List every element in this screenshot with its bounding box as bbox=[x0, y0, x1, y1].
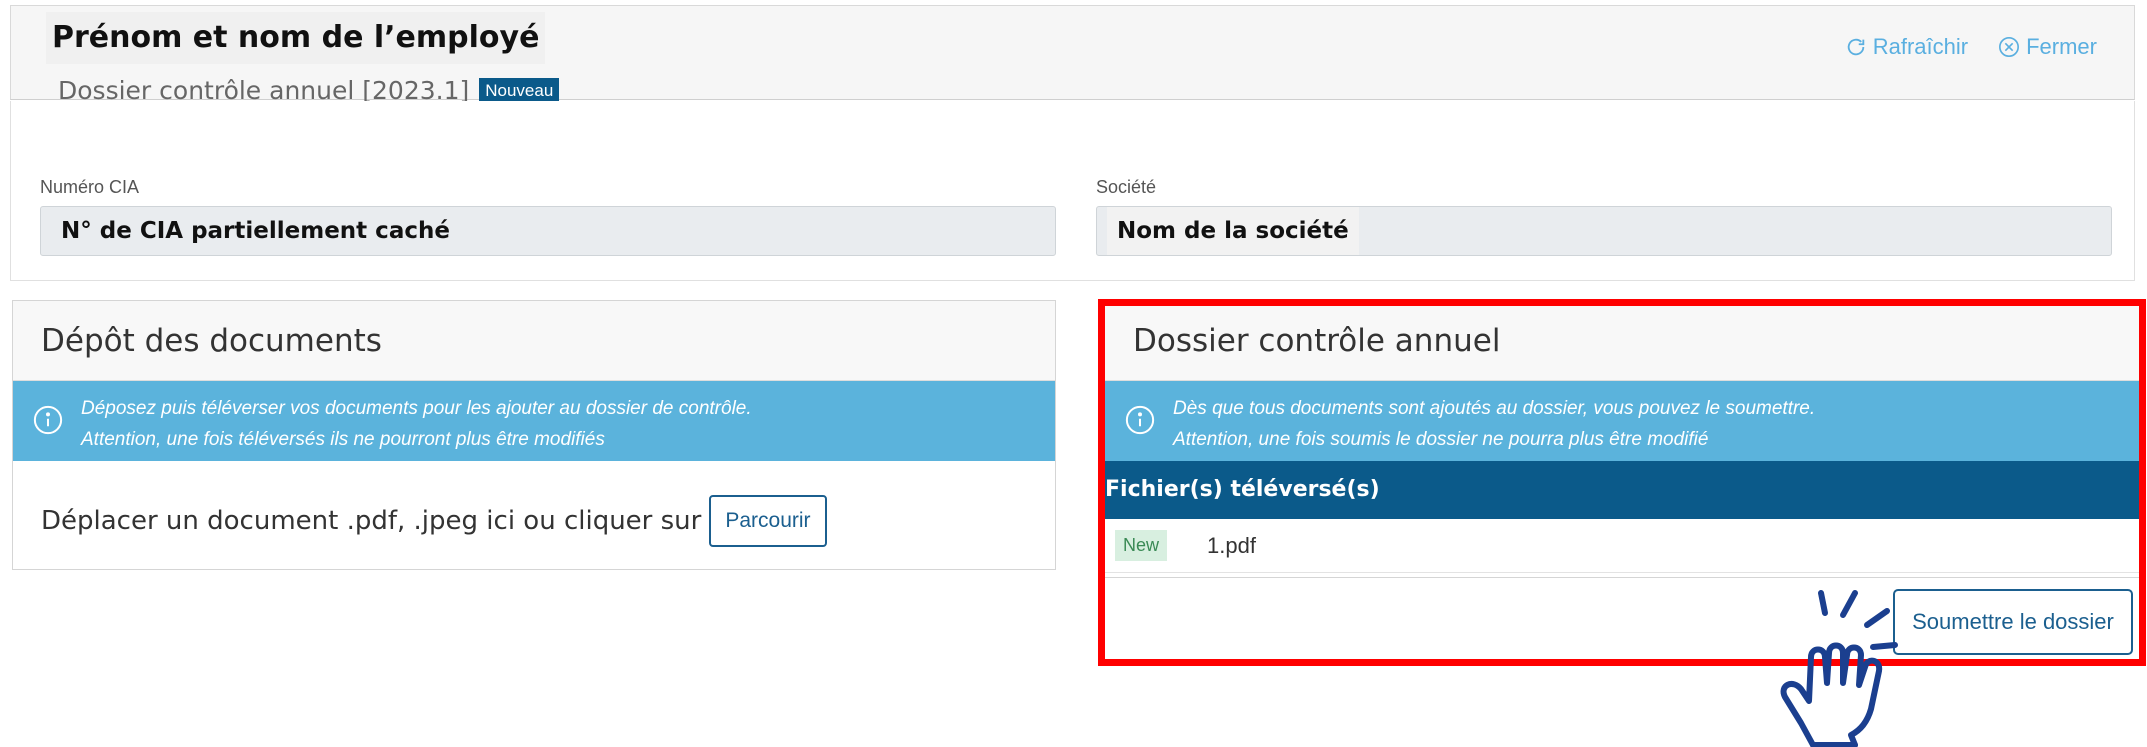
dossier-info-line2: Attention, une fois soumis le dossier ne… bbox=[1173, 429, 1709, 450]
close-label: Fermer bbox=[2026, 34, 2097, 59]
file-name: 1.pdf bbox=[1207, 532, 1256, 558]
pointing-hand-icon bbox=[1780, 590, 1898, 747]
info-icon bbox=[33, 405, 63, 435]
upload-card: Dépôt des documents Déposez puis téléver… bbox=[12, 300, 1056, 570]
employee-name: Prénom et nom de l’employé bbox=[46, 12, 546, 64]
refresh-button[interactable]: Rafraîchir bbox=[1845, 34, 1968, 60]
upload-card-title: Dépôt des documents bbox=[13, 301, 1055, 381]
dossier-info-bar: Dès que tous documents sont ajoutés au d… bbox=[1105, 381, 2140, 461]
dossier-info-line1: Dès que tous documents sont ajoutés au d… bbox=[1173, 398, 1816, 419]
browse-button[interactable]: Parcourir bbox=[709, 495, 827, 547]
dossier-card: Dossier contrôle annuel Dès que tous doc… bbox=[1104, 300, 2140, 578]
cia-value: N° de CIA partiellement caché bbox=[61, 218, 450, 244]
info-icon bbox=[1125, 405, 1155, 435]
drop-zone[interactable]: Déplacer un document .pdf, .jpeg ici ou … bbox=[13, 461, 1055, 547]
header-actions: Rafraîchir Fermer bbox=[1845, 34, 2097, 60]
dossier-card-title: Dossier contrôle annuel bbox=[1105, 301, 2140, 381]
files-table-header: Fichier(s) téléversé(s) bbox=[1105, 461, 2140, 519]
file-row[interactable]: New 1.pdf bbox=[1105, 519, 2140, 573]
drop-text: Déplacer un document .pdf, .jpeg ici ou … bbox=[41, 506, 702, 536]
upload-info-line2: Attention, une fois téléversés ils ne po… bbox=[81, 429, 605, 450]
close-button[interactable]: Fermer bbox=[1998, 34, 2097, 60]
cia-field[interactable]: N° de CIA partiellement caché bbox=[40, 206, 1056, 256]
company-label: Société bbox=[1096, 177, 1157, 197]
refresh-icon bbox=[1847, 38, 1864, 56]
upload-info-line1: Déposez puis téléverser vos documents po… bbox=[81, 398, 752, 419]
cia-label: Numéro CIA bbox=[40, 177, 140, 197]
company-field[interactable]: Nom de la société bbox=[1096, 206, 2112, 256]
file-new-badge: New bbox=[1115, 530, 1168, 561]
close-circle-icon bbox=[1999, 37, 2020, 57]
upload-info-bar: Déposez puis téléverser vos documents po… bbox=[13, 381, 1055, 461]
refresh-label: Rafraîchir bbox=[1872, 34, 1969, 59]
company-value: Nom de la société bbox=[1107, 207, 1359, 255]
